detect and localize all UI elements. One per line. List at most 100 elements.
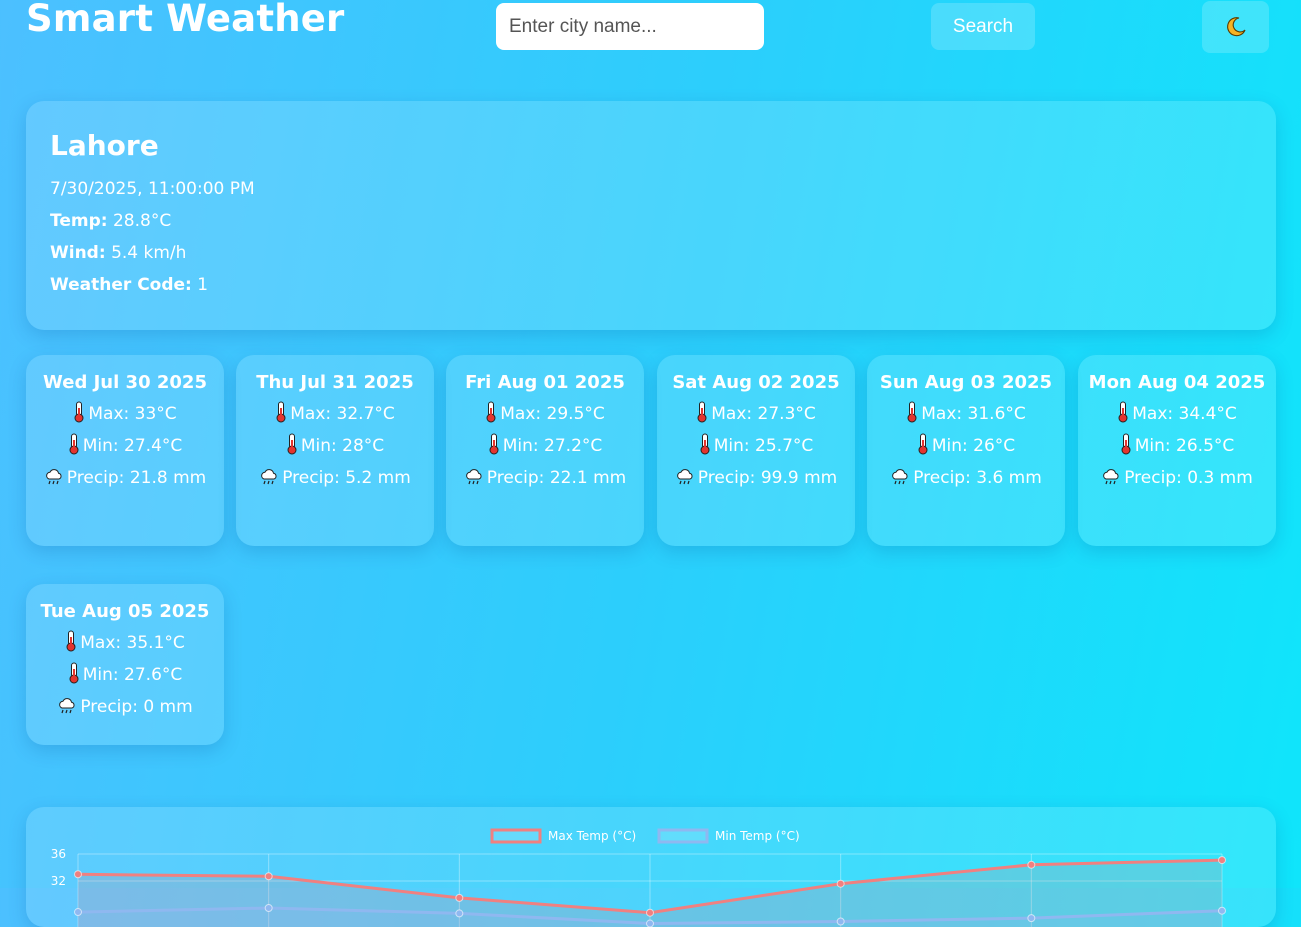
rain-cloud-icon [892,469,908,485]
rain-cloud-icon [1103,469,1119,485]
wind-value: 5.4 km/h [111,243,187,263]
forecast-max: Max: 29.5°C [446,398,644,430]
moon-icon [1226,17,1246,37]
temp-value: 28.8°C [112,211,172,231]
forecast-precip-text: Precip: 22.1 mm [486,468,627,488]
forecast-max: Max: 33°C [26,398,224,430]
forecast-precip-text: Precip: 5.2 mm [282,468,411,488]
forecast-max-text: Max: 35.1°C [80,633,185,653]
forecast-card: Fri Aug 01 2025 Max: 29.5°C Min: 27.2°C Pre… [446,355,644,546]
thermometer-icon [69,662,79,684]
theme-toggle-button[interactable] [1202,1,1269,53]
current-wind: Wind: 5.4 km/h [50,243,186,263]
rain-cloud-icon [45,469,62,485]
thermometer-icon [918,433,928,455]
app-title: Smart Weather [26,0,345,40]
forecast-min-text: Min: 28°C [300,436,385,456]
rain-cloud-icon [59,698,75,714]
forecast-min-text: Min: 27.6°C [82,665,183,685]
forecast-min: Min: 26°C [867,430,1065,462]
forecast-precip-text: Precip: 0.3 mm [1124,468,1253,488]
search-button[interactable]: Search [931,3,1035,50]
rain-cloud-icon [465,469,482,485]
forecast-precip-text: Precip: 99.9 mm [697,468,838,488]
forecast-card: Thu Jul 31 2025 Max: 32.7°C Min: 28°C Preci… [236,355,434,546]
forecast-max: Max: 32.7°C [236,398,434,430]
forecast-precip-text: Precip: 3.6 mm [913,468,1042,488]
forecast-date: Thu Jul 31 2025 [256,372,414,393]
forecast-date: Mon Aug 04 2025 [1088,372,1266,393]
thermometer-icon [907,401,917,423]
data-point [1027,860,1036,869]
rain-cloud-icon [261,469,277,485]
forecast-precip: Precip: 22.1 mm [446,462,644,494]
data-point [1218,856,1226,865]
forecast-card: Sat Aug 02 2025 Max: 27.3°C Min: 25.7°C Pre… [657,355,855,546]
forecast-max-text: Max: 27.3°C [711,404,816,424]
thermometer-icon [697,401,707,423]
thermometer-icon [74,401,84,423]
data-point [646,919,654,927]
data-point [455,909,464,918]
temperature-chart: 36 32 Max Temp (°C) Min Temp (°C) [26,807,1276,927]
forecast-max-text: Max: 32.7°C [290,404,395,424]
forecast-card: Wed Jul 30 2025 Max: 33°C Min: 27.4°C Preci… [26,355,224,546]
forecast-precip: Precip: 99.9 mm [657,462,855,494]
data-point [1027,914,1036,923]
forecast-min-text: Min: 26°C [931,436,1016,456]
weather-code-label: Weather Code: [50,275,192,295]
forecast-min: Min: 26.5°C [1078,430,1276,462]
forecast-max: Max: 27.3°C [657,398,855,430]
data-point [646,908,654,917]
legend-label: Min Temp (°C) [715,829,800,843]
forecast-card: Tue Aug 05 2025 Max: 35.1°C Min: 27.6°C Pre… [26,584,224,745]
temp-label: Temp: [50,211,108,231]
y-tick-label: 36 [51,847,66,861]
data-point [1218,906,1226,915]
forecast-date: Sat Aug 02 2025 [672,372,840,393]
thermometer-icon [1121,433,1131,455]
data-point [74,870,82,879]
forecast-min-text: Min: 27.4°C [82,436,183,456]
data-point [836,879,845,888]
forecast-date: Wed Jul 30 2025 [43,372,207,393]
legend-swatch [490,828,542,844]
forecast-min: Min: 27.2°C [446,430,644,462]
forecast-precip: Precip: 3.6 mm [867,462,1065,494]
search-input[interactable] [496,3,764,50]
y-tick-label: 32 [51,874,66,888]
forecast-max: Max: 31.6°C [867,398,1065,430]
thermometer-icon [1118,401,1128,423]
forecast-precip: Precip: 0 mm [26,691,224,723]
forecast-precip: Precip: 21.8 mm [26,462,224,494]
temperature-chart-svg: 36 32 Max Temp (°C) Min Temp (°C) [51,828,1226,927]
legend-swatch [657,828,709,844]
thermometer-icon [66,630,76,652]
weather-code-value: 1 [197,275,209,295]
forecast-min-text: Min: 26.5°C [1134,436,1235,456]
data-point [74,908,82,917]
current-weather-card: Lahore 7/30/2025, 11:00:00 PM Temp: 28.8… [26,101,1276,330]
current-datetime: 7/30/2025, 11:00:00 PM [50,179,255,199]
data-point [264,872,273,881]
rain-cloud-icon [676,469,693,485]
thermometer-icon [69,433,79,455]
data-point [264,904,273,912]
thermometer-icon [489,433,499,455]
forecast-max: Max: 35.1°C [26,627,224,659]
forecast-date: Tue Aug 05 2025 [40,601,210,622]
thermometer-icon [700,433,710,455]
forecast-min-text: Min: 27.2°C [502,436,603,456]
forecast-precip: Precip: 0.3 mm [1078,462,1276,494]
current-temp: Temp: 28.8°C [50,211,171,231]
forecast-date: Fri Aug 01 2025 [465,372,625,393]
thermometer-icon [276,401,286,423]
forecast-max-text: Max: 31.6°C [921,404,1026,424]
thermometer-icon [287,433,297,455]
forecast-date: Sun Aug 03 2025 [879,372,1053,393]
data-point [836,917,845,926]
current-weather-code: Weather Code: 1 [50,275,208,295]
forecast-min-text: Min: 25.7°C [713,436,814,456]
forecast-card: Sun Aug 03 2025 Max: 31.6°C Min: 26°C Preci… [867,355,1065,546]
forecast-min: Min: 27.4°C [26,430,224,462]
